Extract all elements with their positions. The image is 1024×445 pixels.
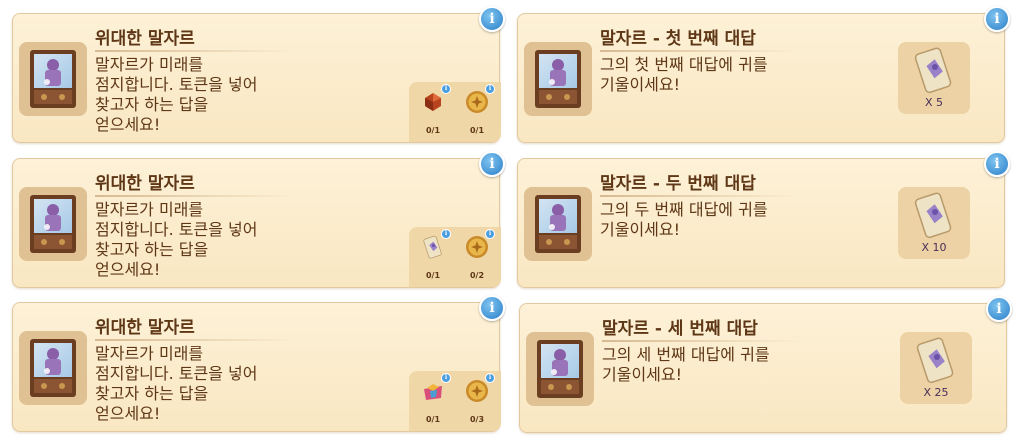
requirement-info-icon[interactable]: i (485, 373, 495, 383)
gold-coin-icon (465, 235, 489, 259)
requirement-count: 0/3 (469, 415, 485, 424)
title-divider (602, 340, 802, 342)
requirements-panel: i 0/1 i 0/2 (409, 227, 501, 287)
fortune-card-icon (916, 336, 956, 384)
info-icon[interactable]: i (984, 151, 1010, 177)
quest-card-first-answer[interactable]: 말자르 - 첫 번째 대답 그의 첫 번째 대답에 귀를 기울이세요! X 5 … (517, 6, 1010, 143)
quest-card-great-zoltar-3[interactable]: 위대한 말자르 말자르가 미래를 점지합니다. 토큰을 넣어 찾고자 하는 답을… (12, 295, 505, 432)
quest-description: 그의 첫 번째 대답에 귀를 기울이세요! (600, 55, 768, 94)
fortune-machine-icon (524, 187, 592, 261)
fortune-machine-icon (526, 332, 594, 406)
info-icon[interactable]: i (984, 6, 1010, 32)
info-icon[interactable]: i (479, 295, 505, 321)
fortune-machine-icon (19, 42, 87, 116)
quest-description: 그의 두 번째 대답에 귀를 기울이세요! (600, 200, 768, 239)
requirement-item[interactable]: i 0/3 (457, 373, 497, 427)
requirement-count: 0/1 (425, 271, 441, 280)
colorful-gift-icon (421, 379, 445, 403)
ruby-gem-icon (421, 90, 445, 114)
quest-card-great-zoltar-2[interactable]: 위대한 말자르 말자르가 미래를 점지합니다. 토큰을 넣어 찾고자 하는 답을… (12, 151, 505, 288)
quest-title: 위대한 말자르 (95, 174, 195, 194)
requirement-count: 0/1 (425, 126, 441, 135)
requirement-item[interactable]: i 0/1 (457, 84, 497, 138)
quest-title: 말자르 - 세 번째 대답 (602, 319, 758, 339)
requirement-item[interactable]: i 0/1 (413, 229, 453, 283)
requirement-item[interactable]: i 0/2 (457, 229, 497, 283)
fortune-card-icon (421, 235, 445, 259)
quest-title: 말자르 - 두 번째 대답 (600, 174, 756, 194)
fortune-machine-icon (19, 331, 87, 405)
quest-description: 말자르가 미래를 점지합니다. 토큰을 넣어 찾고자 하는 답을 얻으세요! (95, 344, 258, 423)
requirements-panel: i 0/1 i 0/3 (409, 371, 501, 431)
title-divider (95, 339, 295, 341)
quest-title: 위대한 말자르 (95, 29, 195, 49)
reward-panel: X 25 (900, 332, 972, 404)
reward-count: X 10 (921, 241, 947, 254)
quest-description: 말자르가 미래를 점지합니다. 토큰을 넣어 찾고자 하는 답을 얻으세요! (95, 200, 258, 279)
requirement-info-icon[interactable]: i (485, 84, 495, 94)
reward-count: X 25 (923, 386, 949, 399)
quest-description: 말자르가 미래를 점지합니다. 토큰을 넣어 찾고자 하는 답을 얻으세요! (95, 55, 258, 134)
quest-title: 위대한 말자르 (95, 318, 195, 338)
requirement-item[interactable]: i 0/1 (413, 84, 453, 138)
gold-coin-icon (465, 379, 489, 403)
title-divider (600, 50, 800, 52)
requirements-panel: i 0/1 i 0/1 (409, 82, 501, 142)
quest-card-great-zoltar-1[interactable]: 위대한 말자르 말자르가 미래를 점지합니다. 토큰을 넣어 찾고자 하는 답을… (12, 6, 505, 143)
title-divider (95, 50, 295, 52)
title-divider (95, 195, 295, 197)
info-icon[interactable]: i (986, 296, 1012, 322)
fortune-machine-icon (524, 42, 592, 116)
requirement-info-icon[interactable]: i (441, 229, 451, 239)
title-divider (600, 195, 800, 197)
requirement-info-icon[interactable]: i (485, 229, 495, 239)
reward-panel: X 5 (898, 42, 970, 114)
requirement-item[interactable]: i 0/1 (413, 373, 453, 427)
requirement-count: 0/2 (469, 271, 485, 280)
quest-description: 그의 세 번째 대답에 귀를 기울이세요! (602, 345, 770, 384)
quest-card-second-answer[interactable]: 말자르 - 두 번째 대답 그의 두 번째 대답에 귀를 기울이세요! X 10… (517, 151, 1010, 288)
requirement-count: 0/1 (469, 126, 485, 135)
info-icon[interactable]: i (479, 6, 505, 32)
requirement-info-icon[interactable]: i (441, 373, 451, 383)
quest-title: 말자르 - 첫 번째 대답 (600, 29, 756, 49)
fortune-card-icon (914, 46, 954, 94)
reward-panel: X 10 (898, 187, 970, 259)
requirement-info-icon[interactable]: i (441, 84, 451, 94)
info-icon[interactable]: i (479, 151, 505, 177)
gold-coin-icon (465, 90, 489, 114)
fortune-machine-icon (19, 187, 87, 261)
reward-count: X 5 (924, 96, 944, 109)
requirement-count: 0/1 (425, 415, 441, 424)
fortune-card-icon (914, 191, 954, 239)
quest-card-third-answer[interactable]: 말자르 - 세 번째 대답 그의 세 번째 대답에 귀를 기울이세요! X 25… (519, 296, 1012, 433)
